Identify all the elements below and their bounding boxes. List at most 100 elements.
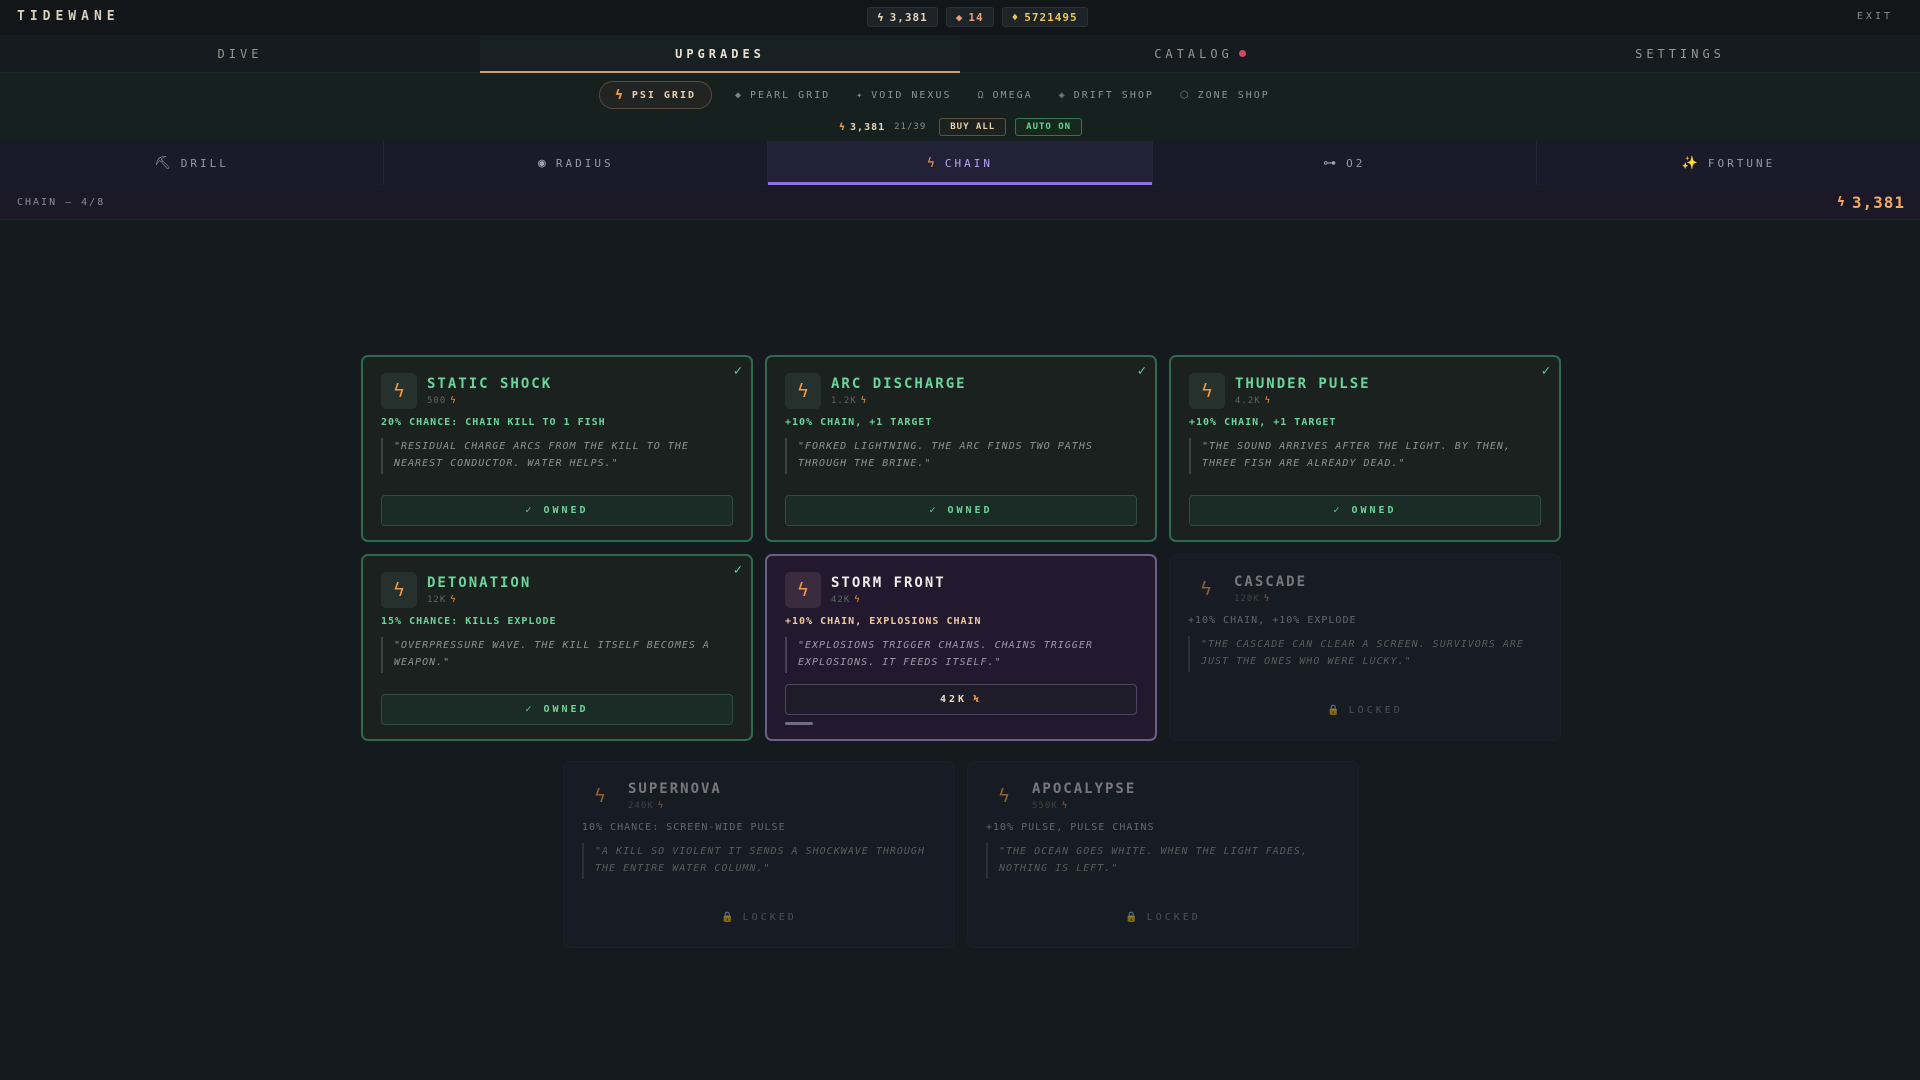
cost-value: 1.2K [831,396,857,406]
lightning-icon: ϟ [785,572,821,608]
notification-dot [1238,50,1246,57]
category-label: RADIUS [555,156,614,170]
cost-value: 42K [831,595,851,605]
upgrade-flavor-text: "THE SOUND ARRIVES AFTER THE LIGHT. BY T… [1189,438,1543,474]
upgrade-name: DETONATION [427,575,532,591]
subtab-label: PSI GRID [631,89,696,101]
upgrade-card-supernova: ϟ SUPERNOVA 240K ϟ 10% CHANCE: SCREEN-WID… [563,761,955,948]
upgrade-effect: +10% CHAIN, +10% EXPLODE [1188,615,1357,626]
category-fortune[interactable]: ✨ FORTUNE [1537,141,1920,185]
upgrade-cost: 120K ϟ [1234,594,1307,604]
tab-catalog[interactable]: CATALOG [960,35,1440,72]
lightning-icon: ϟ [973,694,983,705]
pearl-icon: ◆ [955,10,964,24]
upgrade-cost: 4.2K ϟ [1235,396,1371,406]
tab-dive[interactable]: DIVE [0,35,480,72]
lock-icon: 🔒 [1327,705,1343,716]
upgrade-flavor-text: "THE CASCADE CAN CLEAR A SCREEN. SURVIVO… [1188,636,1544,672]
owned-button: ✓ OWNED [381,694,733,725]
locked-indicator: 🔒 LOCKED [986,902,1340,933]
category-drill[interactable]: ⛏ DRILL [0,141,385,185]
price-label: 42K [939,694,968,705]
hexagon-icon: ⬡ [1179,89,1191,101]
upgrade-effect: +10% CHAIN, +1 TARGET [1189,417,1337,428]
category-o2[interactable]: ⊶ O2 [1153,141,1537,185]
sub-tabs: ϟ PSI GRID ◆ PEARL GRID ✦ VOID NEXUS Ω OMEGA… [599,81,1283,109]
buy-all-button[interactable]: BUY ALL [939,118,1007,136]
locked-indicator: 🔒 LOCKED [582,902,936,933]
pearl-counter: ◆ 14 [945,7,994,27]
lightning-icon: ϟ [1200,578,1212,600]
upgrade-card-static-shock: ✓ ϟ STATIC SHOCK 500 ϟ 20% CHANCE: CHAIN … [361,355,753,542]
upgrade-card-arc-discharge: ✓ ϟ ARC DISCHARGE 1.2K ϟ +10% CHAIN, +1 T… [765,355,1157,542]
section-balance-value: 3,381 [1851,193,1905,212]
tab-upgrades[interactable]: UPGRADES [480,35,960,73]
top-bar: TIDEWANE ϟ 3,381 ◆ 14 ♦ 5721495 EXIT [0,0,1920,35]
upgrade-card-thunder-pulse: ✓ ϟ THUNDER PULSE 4.2K ϟ +10% CHAIN, +1 T… [1169,355,1561,542]
subtab-label: VOID NEXUS [871,89,952,101]
category-label: O2 [1346,156,1366,170]
upgrade-effect: +10% CHAIN, EXPLOSIONS CHAIN [785,616,982,627]
upgrade-cost: 500 ϟ [427,396,552,406]
upgrade-effect: +10% CHAIN, +1 TARGET [785,417,933,428]
lightning-icon: ϟ [860,396,868,406]
category-radius[interactable]: ◉ RADIUS [384,141,769,185]
owned-count: 21/39 [894,122,927,132]
upgrade-name: STORM FRONT [831,575,946,591]
category-label: FORTUNE [1707,156,1776,170]
lightning-icon: ϟ [785,373,821,409]
tab-label: DIVE [217,46,263,61]
exit-button[interactable]: EXIT [1857,11,1893,22]
gold-value: 5721495 [1024,10,1078,24]
target-icon: ◉ [538,155,549,171]
upgrade-name: SUPERNOVA [628,781,722,797]
sub-navigation: ϟ PSI GRID ◆ PEARL GRID ✦ VOID NEXUS Ω OMEGA… [0,73,1920,141]
owned-button: ✓ OWNED [381,495,733,526]
upgrade-flavor-text: "EXPLOSIONS TRIGGER CHAINS. CHAINS TRIGG… [785,637,1139,673]
subtab-drift-shop[interactable]: ◈ DRIFT SHOP [1046,81,1167,109]
auto-toggle[interactable]: AUTO ON [1015,118,1083,136]
upgrade-cost: 550K ϟ [1032,801,1136,811]
category-tabs: ⛏ DRILL ◉ RADIUS ϟ CHAIN ⊶ O2 ✨ FORTUNE [0,141,1920,185]
cost-value: 120K [1234,594,1260,604]
upgrade-flavor-text: "RESIDUAL CHARGE ARCS FROM THE KILL TO T… [381,438,735,474]
lightning-icon: ϟ [927,155,938,171]
category-chain[interactable]: ϟ CHAIN [768,141,1153,185]
lightning-icon: ϟ [450,396,457,406]
subtab-void-nexus[interactable]: ✦ VOID NEXUS [843,81,964,109]
upgrade-card-storm-front[interactable]: ϟ STORM FRONT 42K ϟ +10% CHAIN, EXPLOSION… [765,554,1157,741]
check-icon: ✓ [1137,363,1146,379]
subtab-label: PEARL GRID [750,89,831,101]
owned-button: ✓ OWNED [1189,495,1541,526]
subtab-label: ZONE SHOP [1197,89,1270,101]
category-label: CHAIN [944,156,993,170]
subtab-psi-grid[interactable]: ϟ PSI GRID [599,81,712,109]
upgrade-cost: 240K ϟ [628,801,722,811]
owned-button: ✓ OWNED [785,495,1137,526]
subtab-zone-shop[interactable]: ⬡ ZONE SHOP [1167,81,1283,109]
sparkles-icon: ✨ [1681,155,1701,171]
upgrade-card-detonation: ✓ ϟ DETONATION 12K ϟ 15% CHANCE: KILLS EX… [361,554,753,741]
dot-icon: ◈ [1058,89,1067,101]
locked-indicator: 🔒 LOCKED [1188,695,1542,726]
diamond-icon: ◆ [735,89,744,101]
locked-label: LOCKED [742,912,797,923]
gold-counter: ♦ 5721495 [1001,7,1088,27]
tab-settings[interactable]: SETTINGS [1440,35,1920,72]
subtab-omega[interactable]: Ω OMEGA [965,81,1046,109]
buy-upgrade-button[interactable]: 42K ϟ [785,684,1137,715]
lightning-icon: ϟ [854,595,861,605]
lightning-icon: ϟ [381,572,417,608]
section-balance: ϟ 3,381 [1837,193,1905,212]
upgrade-card-cascade: ϟ CASCADE 120K ϟ +10% CHAIN, +10% EXPLODE… [1169,554,1561,741]
lock-icon: 🔒 [1125,912,1141,923]
locked-label: LOCKED [1146,912,1201,923]
tab-label: SETTINGS [1635,46,1725,61]
resource-bar: ϟ 3,381 ◆ 14 ♦ 5721495 [867,7,1088,27]
cost-value: 550K [1032,801,1058,811]
lightning-icon: ϟ [657,801,665,811]
upgrade-cost: 1.2K ϟ [831,396,967,406]
tab-label: UPGRADES [675,46,765,61]
subtab-pearl-grid[interactable]: ◆ PEARL GRID [722,81,843,109]
tab-label: CATALOG [1154,46,1233,61]
